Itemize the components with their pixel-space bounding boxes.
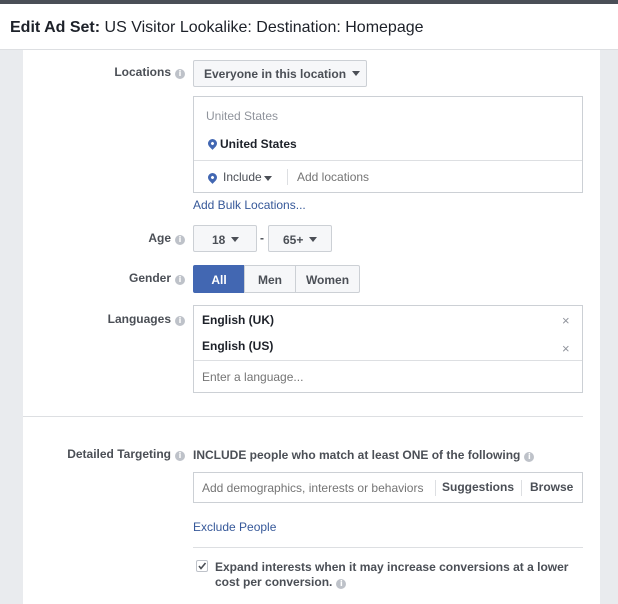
left-gutter [0, 50, 23, 604]
detailed-targeting-input-box: Suggestions Browse [193, 472, 583, 503]
exclude-people-link[interactable]: Exclude People [193, 520, 276, 534]
locations-divider [194, 160, 582, 161]
gender-label-text: Gender [128, 271, 171, 285]
description-info-icon[interactable]: i [524, 452, 535, 462]
location-scope-dropdown[interactable]: Everyone in this location [193, 60, 367, 87]
languages-label-text: Languages [107, 312, 171, 326]
age-max-value: 65+ [283, 233, 304, 247]
gender-women-button[interactable]: Women [295, 265, 360, 293]
checkmark-icon [198, 562, 207, 570]
remove-language-icon[interactable]: × [562, 341, 570, 356]
language-input[interactable] [202, 369, 572, 385]
selected-location-label: United States [220, 137, 297, 151]
right-gutter [600, 50, 618, 604]
selected-location[interactable]: United States [206, 137, 297, 151]
add-locations-input[interactable] [297, 169, 567, 185]
languages-info-icon[interactable]: i [175, 316, 185, 326]
gender-label: Gender i [129, 271, 185, 285]
gender-men-button[interactable]: Men [244, 265, 296, 293]
dialog-title-adset-name: US Visitor Lookalike: Destination: Homep… [104, 19, 424, 36]
location-pin-icon [206, 137, 219, 150]
expand-interests-info-icon[interactable]: i [336, 579, 347, 589]
language-token: English (US) [202, 339, 274, 353]
remove-language-icon[interactable]: × [562, 313, 570, 328]
chevron-down-icon [352, 71, 361, 76]
browse-button[interactable]: Browse [530, 480, 573, 494]
locations-box: United States United States Include [193, 96, 583, 193]
dialog-title-prefix: Edit Ad Set: [10, 19, 101, 36]
include-separator [287, 169, 288, 185]
input-separator [435, 480, 436, 496]
detailed-targeting-label-text: Detailed Targeting [67, 447, 171, 461]
suggestions-button[interactable]: Suggestions [442, 480, 514, 494]
detailed-targeting-info-icon[interactable]: i [175, 451, 185, 461]
input-separator [521, 480, 522, 496]
chevron-down-icon [264, 176, 272, 181]
include-pin-icon [206, 171, 219, 184]
chevron-down-icon [231, 237, 240, 242]
gender-info-icon[interactable]: i [175, 275, 185, 285]
expand-interests-line-1: Expand interests when it may increase co… [215, 560, 569, 574]
locations-label: Locations i [114, 65, 185, 79]
add-bulk-locations-link[interactable]: Add Bulk Locations... [193, 198, 306, 212]
age-info-icon[interactable]: i [175, 235, 185, 245]
expand-interests-line-2-text: cost per conversion. [215, 575, 333, 589]
detailed-targeting-description-text: INCLUDE people who match at least ONE of… [193, 448, 521, 462]
age-min-value: 18 [212, 233, 226, 247]
language-token: English (UK) [202, 313, 274, 327]
chevron-down-icon [309, 237, 318, 242]
locations-label-text: Locations [114, 65, 171, 79]
include-dropdown-label: Include [223, 170, 262, 184]
languages-divider [194, 360, 582, 361]
detailed-targeting-label: Detailed Targeting i [67, 447, 185, 461]
age-min-dropdown[interactable]: 18 [193, 225, 257, 252]
languages-box: English (UK) × English (US) × [193, 305, 583, 393]
age-label: Age i [148, 231, 185, 245]
languages-label: Languages i [108, 312, 185, 326]
detailed-targeting-description: INCLUDE people who match at least ONE of… [193, 448, 535, 462]
expand-interests-line-2: cost per conversion. i [215, 575, 568, 590]
expand-interests-checkbox[interactable] [196, 560, 208, 572]
dialog-title: Edit Ad Set: US Visitor Lookalike: Desti… [10, 19, 424, 37]
expand-interests-label: Expand interests when it may increase co… [215, 560, 568, 590]
locations-info-icon[interactable]: i [175, 69, 185, 79]
dialog-header: Edit Ad Set: US Visitor Lookalike: Desti… [0, 4, 618, 50]
section-divider [23, 416, 583, 417]
age-separator: - [260, 231, 264, 245]
age-max-dropdown[interactable]: 65+ [268, 225, 332, 252]
location-scope-dropdown-label: Everyone in this location [204, 67, 347, 81]
locations-list-heading: United States [206, 109, 279, 123]
detailed-targeting-input[interactable] [202, 480, 432, 496]
gender-all-button[interactable]: All [193, 265, 245, 293]
expand-divider [193, 547, 583, 548]
age-label-text: Age [148, 231, 171, 245]
